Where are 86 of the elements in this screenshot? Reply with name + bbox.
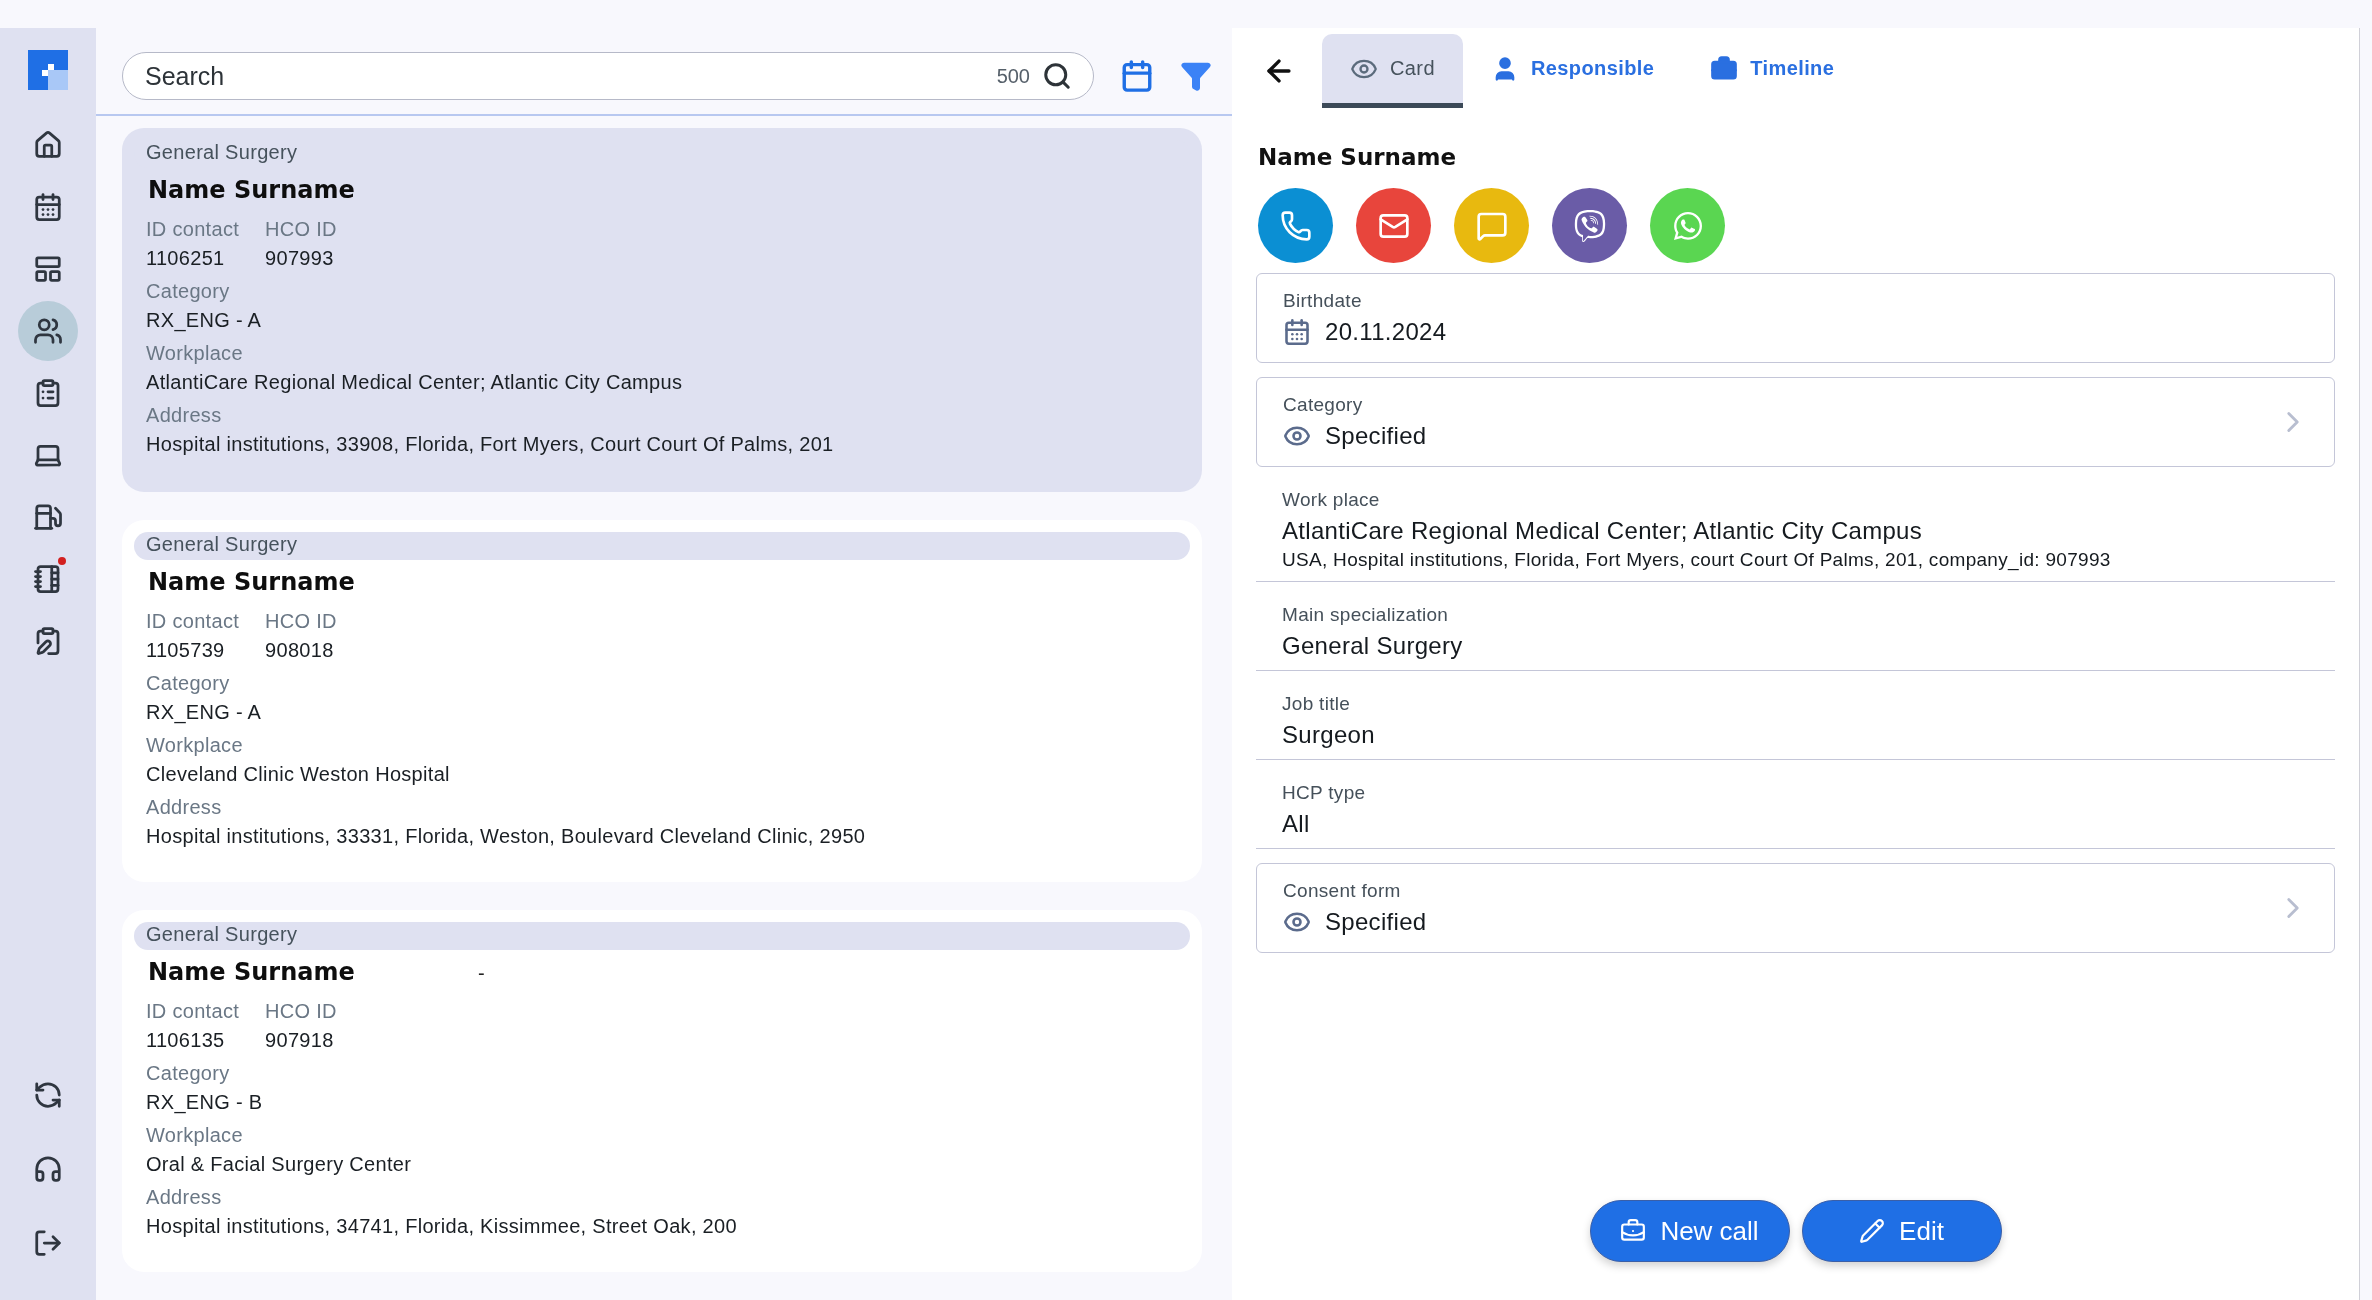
field-label: HCP type	[1282, 782, 1367, 804]
field-label: HCO ID	[265, 610, 337, 633]
field-label: Main specialization	[1282, 604, 1450, 626]
pencil-icon	[1859, 1218, 1886, 1244]
contact-card[interactable]	[122, 520, 1202, 882]
search-icon	[1042, 61, 1072, 91]
field-label: Workplace	[146, 1124, 244, 1147]
filter-button[interactable]	[1180, 60, 1212, 92]
field-value: 20.11.2024	[1325, 318, 1447, 346]
field-value: Hospital institutions, 33331, Florida, Weston, Boulevard Cleveland Clinic, 2950	[146, 825, 867, 848]
logout-icon	[33, 1228, 63, 1258]
calendar-button[interactable]	[1120, 59, 1154, 93]
field-value: Specified	[1325, 908, 1427, 936]
briefcase-icon	[1620, 1218, 1647, 1244]
sync-icon	[33, 1080, 63, 1110]
fuel-pump-icon	[33, 502, 63, 532]
field-label: Workplace	[146, 734, 244, 757]
specialty-label: General Surgery	[134, 532, 1190, 560]
tab[interactable]: Timeline	[1682, 34, 1863, 108]
field-value: 907918	[265, 1029, 335, 1052]
field-value: RX_ENG - A	[146, 309, 263, 332]
contact-card[interactable]	[122, 128, 1202, 492]
field-value: 1105739	[146, 639, 226, 662]
field-label: HCO ID	[265, 218, 337, 241]
select-field[interactable]: Consent form Specified	[1256, 863, 2335, 953]
field-value: RX_ENG - A	[146, 701, 263, 724]
field-label: Address	[146, 1186, 223, 1209]
field-value: AtlantiCare Regional Medical Center; Atlantic City Campus	[1282, 517, 1924, 545]
people-icon	[33, 316, 63, 346]
layout-icon	[33, 254, 63, 284]
field-label: Workplace	[146, 342, 244, 365]
contact-name: Name Surname	[148, 176, 356, 204]
field-label: Address	[146, 404, 223, 427]
whatsapp-icon	[1671, 209, 1704, 242]
filter-icon	[1180, 60, 1212, 92]
result-count: 500	[996, 64, 1030, 88]
field-label: Category	[146, 280, 231, 303]
field-value: General Surgery	[1282, 632, 1464, 660]
tab[interactable]: Card	[1322, 34, 1463, 108]
home-icon	[33, 130, 63, 160]
field-label: Category	[146, 672, 231, 695]
action-button[interactable]: New call	[1589, 1200, 1790, 1262]
headset-icon	[33, 1154, 63, 1184]
phone-icon	[1279, 209, 1312, 242]
briefcase-icon	[1710, 54, 1739, 83]
calendar-icon	[33, 192, 63, 222]
field-label: Category	[146, 1062, 231, 1085]
contact-name: Name Surname	[148, 568, 356, 596]
field-value: All	[1282, 810, 1311, 838]
app-logo	[28, 50, 68, 90]
specialty-label: General Surgery	[134, 922, 1190, 950]
field-value: 907993	[265, 247, 335, 270]
field-label: Job title	[1282, 693, 1352, 715]
tab[interactable]: Responsible	[1462, 34, 1683, 108]
field-value: Cleveland Clinic Weston Hospital	[146, 763, 451, 786]
field-value: 1106135	[146, 1029, 226, 1052]
field-detail: USA, Hospital institutions, Florida, Fort Myers, court Court Of Palms, 201, company_id: 907993	[1282, 549, 2112, 571]
date-field[interactable]: Birthdate 20.11.2024	[1256, 273, 2335, 363]
contact-card[interactable]: General Surgery Name Surname - ID contact 1106135 HCO ID 907918 Category RX_ENG - B Workplace Oral & Facial Surgery Center Address Hospital institutions, 34741, Florida, Kissimmee, Street Oak, 200	[122, 910, 1202, 1272]
field-label: HCO ID	[265, 1000, 337, 1023]
action-button[interactable]: Edit	[1801, 1200, 2002, 1262]
nav-button[interactable]	[18, 301, 78, 361]
field-value: AtlantiCare Regional Medical Center; Atlantic City Campus	[146, 371, 684, 394]
field-value: Surgeon	[1282, 721, 1376, 749]
select-field[interactable]: Category Specified	[1256, 377, 2335, 467]
field-value: Oral & Facial Surgery Center	[146, 1153, 413, 1176]
field-value: 908018	[265, 639, 335, 662]
contact-name: Name Surname	[1258, 144, 1458, 170]
calendar-icon	[1283, 318, 1311, 346]
field-label: Work place	[1282, 489, 1381, 511]
field-label: Consent form	[1283, 880, 1402, 902]
field-value: Hospital institutions, 34741, Florida, Kissimmee, Street Oak, 200	[146, 1215, 738, 1238]
contact-name: Name Surname	[148, 958, 356, 986]
field-label: ID contact	[146, 610, 240, 633]
viber-icon	[1573, 209, 1606, 242]
field-value: 1106251	[146, 247, 226, 270]
field-label: ID contact	[146, 218, 240, 241]
field-label: Birthdate	[1283, 290, 1363, 312]
field-value: Specified	[1325, 422, 1427, 450]
name-note: -	[478, 962, 485, 985]
field-value: Hospital institutions, 33908, Florida, Fort Myers, Court Court Of Palms, 201	[146, 433, 835, 456]
field-label: ID contact	[146, 1000, 240, 1023]
field-value: RX_ENG - B	[146, 1091, 264, 1114]
field-label: Address	[146, 796, 223, 819]
calendar-icon	[1120, 59, 1154, 93]
field-label: Category	[1283, 394, 1364, 416]
